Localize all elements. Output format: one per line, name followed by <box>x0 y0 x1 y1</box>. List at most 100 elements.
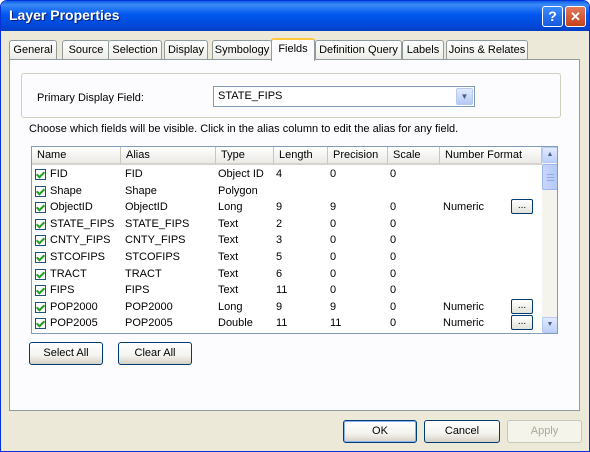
cell-alias[interactable]: STCOFIPS <box>125 249 180 266</box>
field-visible-checkbox[interactable] <box>35 318 46 329</box>
cell-length: 9 <box>276 201 283 213</box>
cell-precision: 0 <box>330 284 337 296</box>
cell-precision: 0 <box>330 251 337 263</box>
cancel-button[interactable]: Cancel <box>424 420 500 443</box>
tab-display[interactable]: Display <box>164 40 208 60</box>
cell-type: Double <box>218 317 253 329</box>
cell-name: FID <box>50 168 68 180</box>
cell-alias[interactable]: POP2005 <box>125 315 173 332</box>
tab-definition-query[interactable]: Definition Query <box>315 40 402 60</box>
window-title: Layer Properties <box>9 7 120 23</box>
field-visible-checkbox[interactable] <box>35 302 46 313</box>
table-row[interactable]: CNTY_FIPS CNTY_FIPS Text 3 0 0 <box>32 232 542 249</box>
table-row[interactable]: STATE_FIPS STATE_FIPS Text 2 0 0 <box>32 216 542 233</box>
field-visible-checkbox[interactable] <box>35 219 46 230</box>
cell-alias[interactable]: CNTY_FIPS <box>125 232 186 249</box>
tab-fields[interactable]: Fields <box>271 38 315 61</box>
cell-precision: 0 <box>330 234 337 246</box>
field-visible-checkbox[interactable] <box>35 269 46 280</box>
cell-name: STCOFIPS <box>50 251 106 263</box>
title-bar[interactable]: Layer Properties ? ✕ <box>1 1 589 31</box>
cell-alias[interactable]: STATE_FIPS <box>125 216 189 233</box>
number-format-button[interactable]: ... <box>511 315 533 330</box>
column-header-type[interactable]: Type <box>216 147 274 164</box>
scroll-up-icon: ▲ <box>546 151 554 158</box>
number-format-button[interactable]: ... <box>511 299 533 314</box>
table-row[interactable]: STCOFIPS STCOFIPS Text 5 0 0 <box>32 249 542 266</box>
primary-display-field-value: STATE_FIPS <box>218 90 283 102</box>
scroll-up-button[interactable]: ▲ <box>542 147 557 163</box>
cell-scale: 0 <box>390 168 397 180</box>
fields-list[interactable]: Name Alias Type Length Precision Scale N… <box>31 146 558 334</box>
tab-general[interactable]: General <box>9 40 57 60</box>
column-header-name[interactable]: Name <box>32 147 121 164</box>
field-visible-checkbox[interactable] <box>35 252 46 263</box>
primary-display-field-dropdown[interactable]: STATE_FIPS ▼ <box>213 86 475 107</box>
column-header-alias[interactable]: Alias <box>121 147 216 164</box>
cell-scale: 0 <box>390 317 397 329</box>
cell-type: Text <box>218 284 239 296</box>
cell-type: Text <box>218 268 239 280</box>
tab-joins-relates[interactable]: Joins & Relates <box>446 40 528 60</box>
table-row[interactable]: TRACT TRACT Text 6 0 0 <box>32 266 542 283</box>
grip-line <box>547 177 554 178</box>
clear-all-button[interactable]: Clear All <box>118 342 192 365</box>
field-visible-checkbox[interactable] <box>35 235 46 246</box>
dropdown-arrow-button[interactable]: ▼ <box>456 88 473 105</box>
select-all-button[interactable]: Select All <box>29 342 103 365</box>
cell-length: 4 <box>276 168 283 180</box>
cell-precision: 0 <box>330 168 337 180</box>
cell-scale: 0 <box>390 218 397 230</box>
cell-alias[interactable]: ObjectID <box>125 199 168 216</box>
cell-name: STATE_FIPS <box>50 218 115 230</box>
tab-symbology[interactable]: Symbology <box>212 40 272 60</box>
cell-scale: 0 <box>390 301 397 313</box>
cell-alias[interactable]: FIPS <box>125 282 149 299</box>
cell-type: Text <box>218 218 239 230</box>
table-row[interactable]: POP2000 POP2000 Long 9 9 0 Numeric... <box>32 299 542 316</box>
apply-button[interactable]: Apply <box>507 420 582 443</box>
cell-type: Long <box>218 201 243 213</box>
cell-alias[interactable]: TRACT <box>125 266 162 283</box>
close-button[interactable]: ✕ <box>565 6 586 27</box>
cell-precision: 0 <box>330 218 337 230</box>
help-icon: ? <box>548 8 557 24</box>
field-visible-checkbox[interactable] <box>35 169 46 180</box>
table-row[interactable]: FID FID Object ID 4 0 0 <box>32 166 542 183</box>
grip-line <box>547 174 554 175</box>
ok-button[interactable]: OK <box>343 420 417 443</box>
cell-precision: 9 <box>330 301 337 313</box>
table-row[interactable]: ObjectID ObjectID Long 9 9 0 Numeric... <box>32 199 542 216</box>
help-button[interactable]: ? <box>542 6 563 27</box>
cell-length: 3 <box>276 234 283 246</box>
tab-selection[interactable]: Selection <box>108 40 162 60</box>
close-icon: ✕ <box>570 9 581 24</box>
scroll-down-button[interactable]: ▼ <box>542 317 557 333</box>
number-format-button[interactable]: ... <box>511 199 533 214</box>
scroll-thumb[interactable] <box>542 164 557 190</box>
table-row[interactable]: FIPS FIPS Text 11 0 0 <box>32 282 542 299</box>
cell-alias[interactable]: FID <box>125 166 143 183</box>
vertical-scrollbar[interactable]: ▲ ▼ <box>542 147 557 333</box>
field-visible-checkbox[interactable] <box>35 202 46 213</box>
column-header-scale[interactable]: Scale <box>388 147 440 164</box>
cell-name: POP2005 <box>50 317 98 329</box>
table-row[interactable]: POP2005 POP2005 Double 11 11 0 Numeric... <box>32 315 542 332</box>
cell-alias[interactable]: Shape <box>125 183 157 200</box>
column-header-number-format[interactable]: Number Format <box>440 147 542 164</box>
cell-name: ObjectID <box>50 201 93 213</box>
cell-scale: 0 <box>390 201 397 213</box>
cell-name: CNTY_FIPS <box>50 234 111 246</box>
tab-source[interactable]: Source <box>62 40 110 60</box>
cell-scale: 0 <box>390 234 397 246</box>
table-row[interactable]: Shape Shape Polygon <box>32 183 542 200</box>
cell-type: Text <box>218 251 239 263</box>
tab-labels[interactable]: Labels <box>402 40 444 60</box>
field-visible-checkbox[interactable] <box>35 285 46 296</box>
cell-alias[interactable]: POP2000 <box>125 299 173 316</box>
column-header-precision[interactable]: Precision <box>328 147 388 164</box>
field-visible-checkbox[interactable] <box>35 186 46 197</box>
grip-line <box>547 180 554 181</box>
cell-precision: 9 <box>330 201 337 213</box>
column-header-length[interactable]: Length <box>274 147 328 164</box>
